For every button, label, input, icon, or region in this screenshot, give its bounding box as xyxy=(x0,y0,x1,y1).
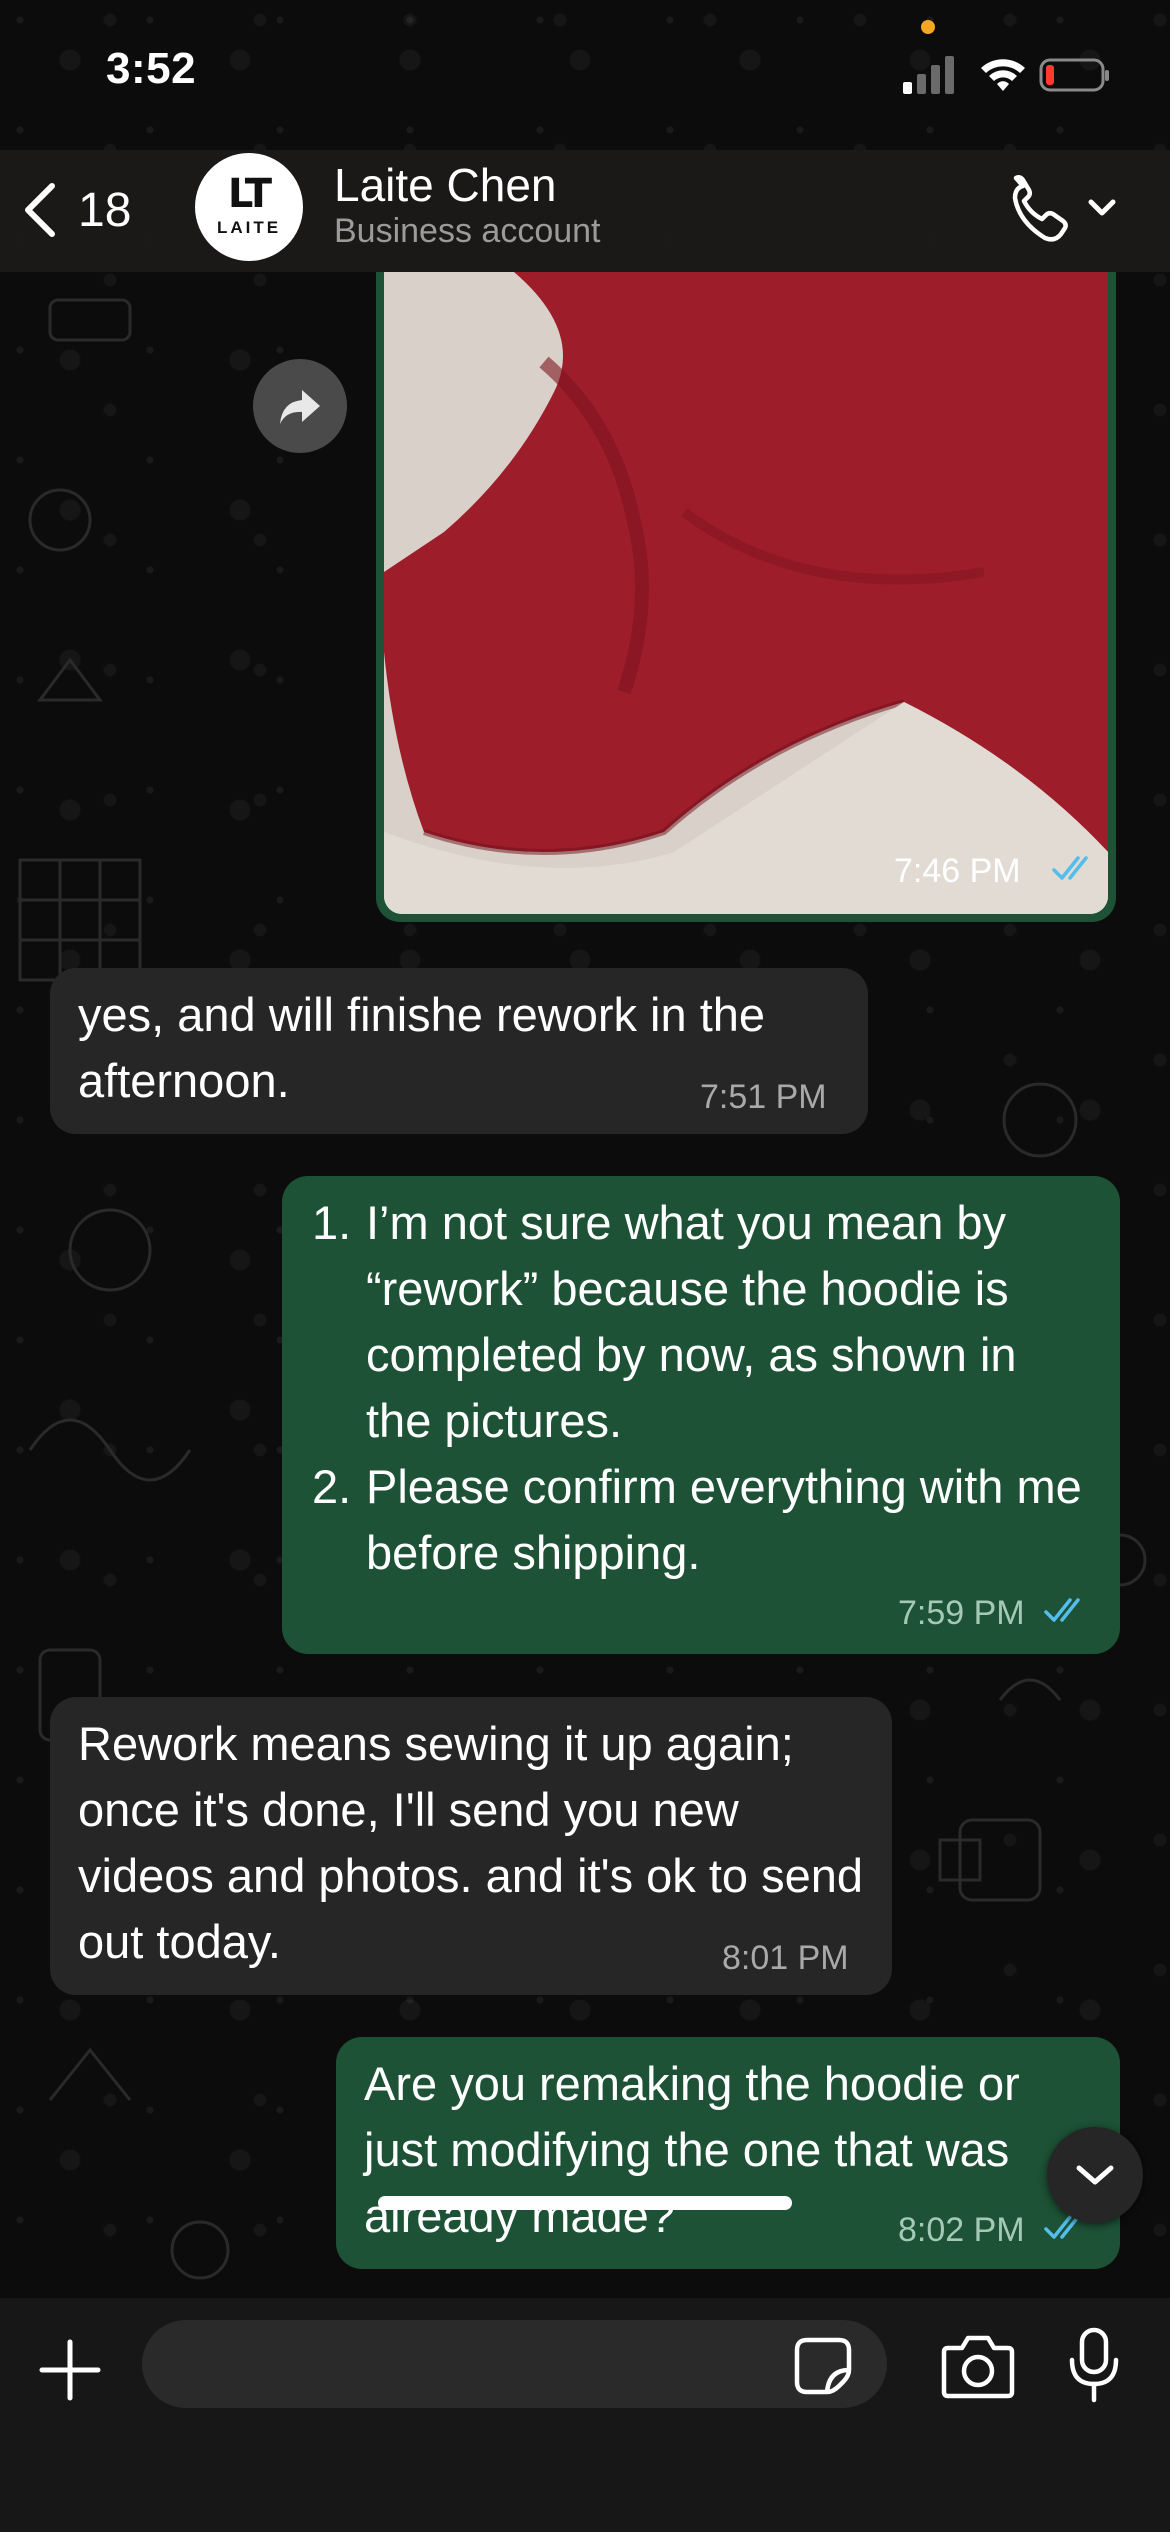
call-button[interactable] xyxy=(1005,172,1125,252)
message-list: 1. I’m not sure what you mean by “rework… xyxy=(312,1190,1092,1586)
home-indicator xyxy=(378,2196,792,2210)
mic-icon[interactable] xyxy=(1068,2326,1120,2404)
status-icons xyxy=(903,56,1109,94)
signal-icon xyxy=(903,56,954,94)
incoming-message[interactable]: yes, and will finishe rework in the afte… xyxy=(50,968,868,1134)
contact-subtitle: Business account xyxy=(334,212,601,250)
message-time: 8:01 PM xyxy=(722,1939,849,1977)
sticker-icon[interactable] xyxy=(793,2336,853,2396)
read-ticks-icon xyxy=(1044,1598,1080,1622)
list-item: 2. Please confirm everything with me bef… xyxy=(312,1454,1092,1586)
unread-count: 18 xyxy=(78,183,132,237)
chevron-left-icon xyxy=(25,183,55,237)
battery-icon xyxy=(1039,58,1109,92)
status-time: 3:52 xyxy=(106,44,197,93)
message-time: 7:59 PM xyxy=(898,1594,1025,1632)
camera-icon[interactable] xyxy=(940,2332,1016,2400)
scroll-to-bottom-button[interactable] xyxy=(1047,2127,1143,2223)
list-item-text: Please confirm everything with me before… xyxy=(366,1460,1082,1579)
outgoing-message[interactable]: Are you remaking the hoodie or just modi… xyxy=(336,2037,1120,2269)
message-input[interactable] xyxy=(142,2320,887,2408)
contact-name[interactable]: Laite Chen xyxy=(334,158,557,212)
list-item: 1. I’m not sure what you mean by “rework… xyxy=(312,1190,1092,1454)
message-time: 7:46 PM xyxy=(894,852,1021,890)
status-bar: 3:52 xyxy=(0,0,1170,150)
read-ticks-icon xyxy=(1052,856,1088,880)
wifi-icon xyxy=(981,59,1025,91)
phone-icon xyxy=(1012,175,1116,242)
plus-icon[interactable] xyxy=(38,2338,102,2402)
message-time: 8:02 PM xyxy=(898,2211,1025,2249)
avatar-logo-mark: LT xyxy=(227,171,272,217)
avatar[interactable]: LT LAITE xyxy=(195,153,303,261)
forward-button[interactable] xyxy=(253,359,347,453)
image-message[interactable]: 7:46 PM xyxy=(376,272,1116,922)
chat-header: 18 LT LAITE Laite Chen Business account xyxy=(0,150,1170,272)
chevron-down-icon xyxy=(1076,2165,1114,2185)
message-text: Rework means sewing it up again; once it… xyxy=(78,1717,864,1968)
hoodie-image xyxy=(384,272,1108,914)
forward-icon xyxy=(280,390,320,424)
back-button[interactable]: 18 xyxy=(20,170,160,250)
outgoing-message[interactable]: 1. I’m not sure what you mean by “rework… xyxy=(282,1176,1120,1654)
chevron-down-icon xyxy=(1088,199,1116,216)
incoming-message[interactable]: Rework means sewing it up again; once it… xyxy=(50,1697,892,1995)
avatar-logo-text: LAITE xyxy=(216,218,282,237)
message-time: 7:51 PM xyxy=(700,1078,827,1116)
hoodie-photo[interactable]: 7:46 PM xyxy=(384,272,1108,914)
list-number: 2. xyxy=(312,1460,352,1513)
privacy-indicator-dot xyxy=(921,20,935,34)
list-item-text: I’m not sure what you mean by “rework” b… xyxy=(366,1196,1017,1447)
list-number: 1. xyxy=(312,1196,352,1249)
composer-bar xyxy=(0,2196,1170,2532)
